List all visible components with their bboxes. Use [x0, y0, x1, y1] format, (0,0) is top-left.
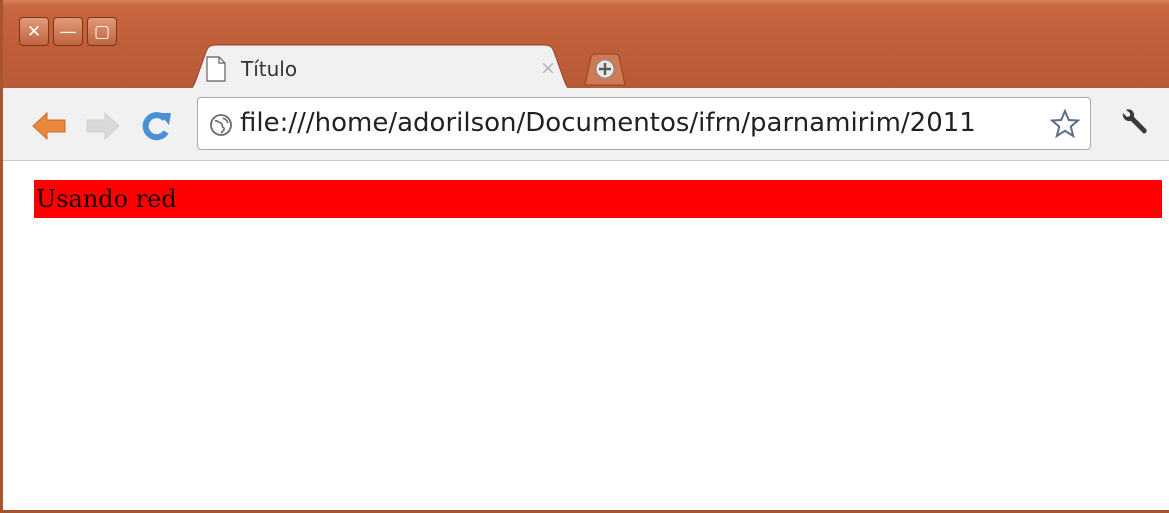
browser-window: ✕ — ▢ Título × file:///home/adorilson/Do…	[0, 0, 1169, 513]
paragraph-text: Usando red	[36, 185, 177, 213]
wrench-icon[interactable]	[1117, 107, 1149, 143]
maximize-window-button[interactable]: ▢	[87, 17, 117, 46]
minimize-icon: —	[59, 22, 77, 42]
toolbar: file:///home/adorilson/Documentos/ifrn/p…	[3, 88, 1169, 161]
tab-title: Título	[241, 57, 298, 81]
back-arrow-icon	[32, 111, 66, 141]
red-paragraph: Usando red	[34, 180, 1162, 218]
page-content: Usando red	[6, 161, 1169, 510]
reload-button[interactable]	[138, 109, 174, 143]
star-icon[interactable]	[1049, 108, 1081, 143]
tab-close-icon[interactable]: ×	[540, 58, 556, 78]
tab-active[interactable]: Título ×	[179, 44, 581, 92]
title-bar: ✕ — ▢ Título ×	[3, 0, 1169, 92]
minimize-window-button[interactable]: —	[53, 17, 83, 46]
forward-arrow-icon	[86, 111, 120, 141]
globe-icon	[209, 113, 233, 141]
maximize-icon: ▢	[93, 22, 111, 42]
close-icon: ✕	[26, 22, 42, 42]
forward-button[interactable]	[85, 109, 121, 143]
url-text[interactable]: file:///home/adorilson/Documentos/ifrn/p…	[240, 107, 1040, 139]
address-bar[interactable]: file:///home/adorilson/Documentos/ifrn/p…	[197, 97, 1091, 150]
window-controls: ✕ — ▢	[19, 17, 117, 46]
new-tab-button[interactable]	[581, 53, 629, 87]
reload-icon	[142, 112, 171, 141]
back-button[interactable]	[31, 109, 67, 143]
plus-icon	[584, 53, 626, 86]
tab-shape	[179, 44, 581, 92]
close-window-button[interactable]: ✕	[19, 17, 49, 46]
